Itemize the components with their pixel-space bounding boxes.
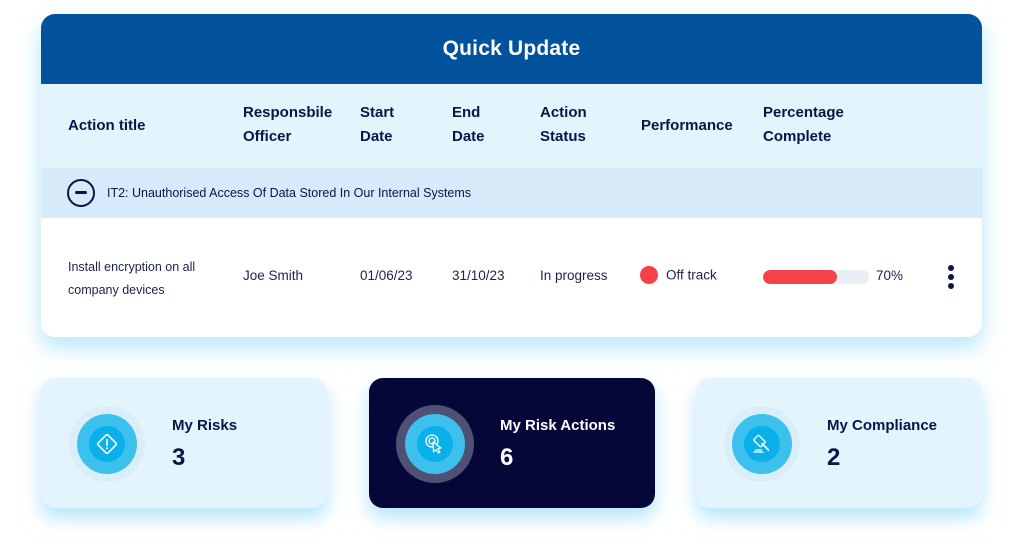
minus-circle-icon[interactable] <box>67 179 95 207</box>
kebab-menu-icon[interactable] <box>946 265 956 289</box>
panel-title: Quick Update <box>442 37 581 60</box>
table-row[interactable]: Install encryption on all company device… <box>41 218 982 337</box>
quick-update-panel: Quick Update Action title Responsbile Of… <box>41 14 982 337</box>
performance-label: Off track <box>666 267 717 283</box>
icon-badge <box>77 414 137 474</box>
progress-bar <box>763 270 869 284</box>
icon-badge <box>405 414 465 474</box>
risk-group-title: IT2: Unauthorised Access Of Data Stored … <box>107 186 472 200</box>
col-header-end-date[interactable]: End Date <box>452 101 485 149</box>
col-header-percentage-complete[interactable]: Percentage Complete <box>763 101 844 149</box>
card-label: My Risk Actions <box>500 417 616 434</box>
card-label: My Risks <box>172 417 238 434</box>
cursor-click-icon <box>425 434 442 454</box>
col-header-performance[interactable]: Performance <box>641 114 733 138</box>
risk-group-row: IT2: Unauthorised Access Of Data Stored … <box>41 168 982 218</box>
percent-label: 70% <box>876 268 904 283</box>
col-header-action-title[interactable]: Action title <box>68 114 146 138</box>
gavel-icon <box>753 434 770 453</box>
action-title-cell: Install encryption on all company device… <box>68 260 196 297</box>
table-header: Action title Responsbile Officer Start D… <box>41 84 982 168</box>
card-my-risks[interactable]: My Risks 3 <box>41 378 327 508</box>
end-date-cell: 31/10/23 <box>452 268 505 283</box>
col-header-start-date[interactable]: Start Date <box>360 101 394 149</box>
status-cell: In progress <box>540 268 608 283</box>
progress-bar-fill <box>763 270 838 284</box>
panel-header: Quick Update <box>41 14 982 84</box>
card-my-compliance[interactable]: My Compliance 2 <box>696 378 982 508</box>
start-date-cell: 01/06/23 <box>360 268 413 283</box>
warning-diamond-icon <box>96 433 118 455</box>
card-my-risk-actions[interactable]: My Risk Actions 6 <box>369 378 655 508</box>
col-header-responsible-officer[interactable]: Responsbile Officer <box>243 101 332 149</box>
card-count: 2 <box>827 444 841 471</box>
performance-cell: Off track <box>640 266 717 284</box>
col-header-action-status[interactable]: Action Status <box>540 101 587 149</box>
off-track-status-dot <box>640 266 658 284</box>
card-count: 3 <box>172 444 186 471</box>
card-label: My Compliance <box>827 417 938 434</box>
card-count: 6 <box>500 444 514 471</box>
officer-cell: Joe Smith <box>243 268 304 283</box>
icon-badge <box>732 414 792 474</box>
